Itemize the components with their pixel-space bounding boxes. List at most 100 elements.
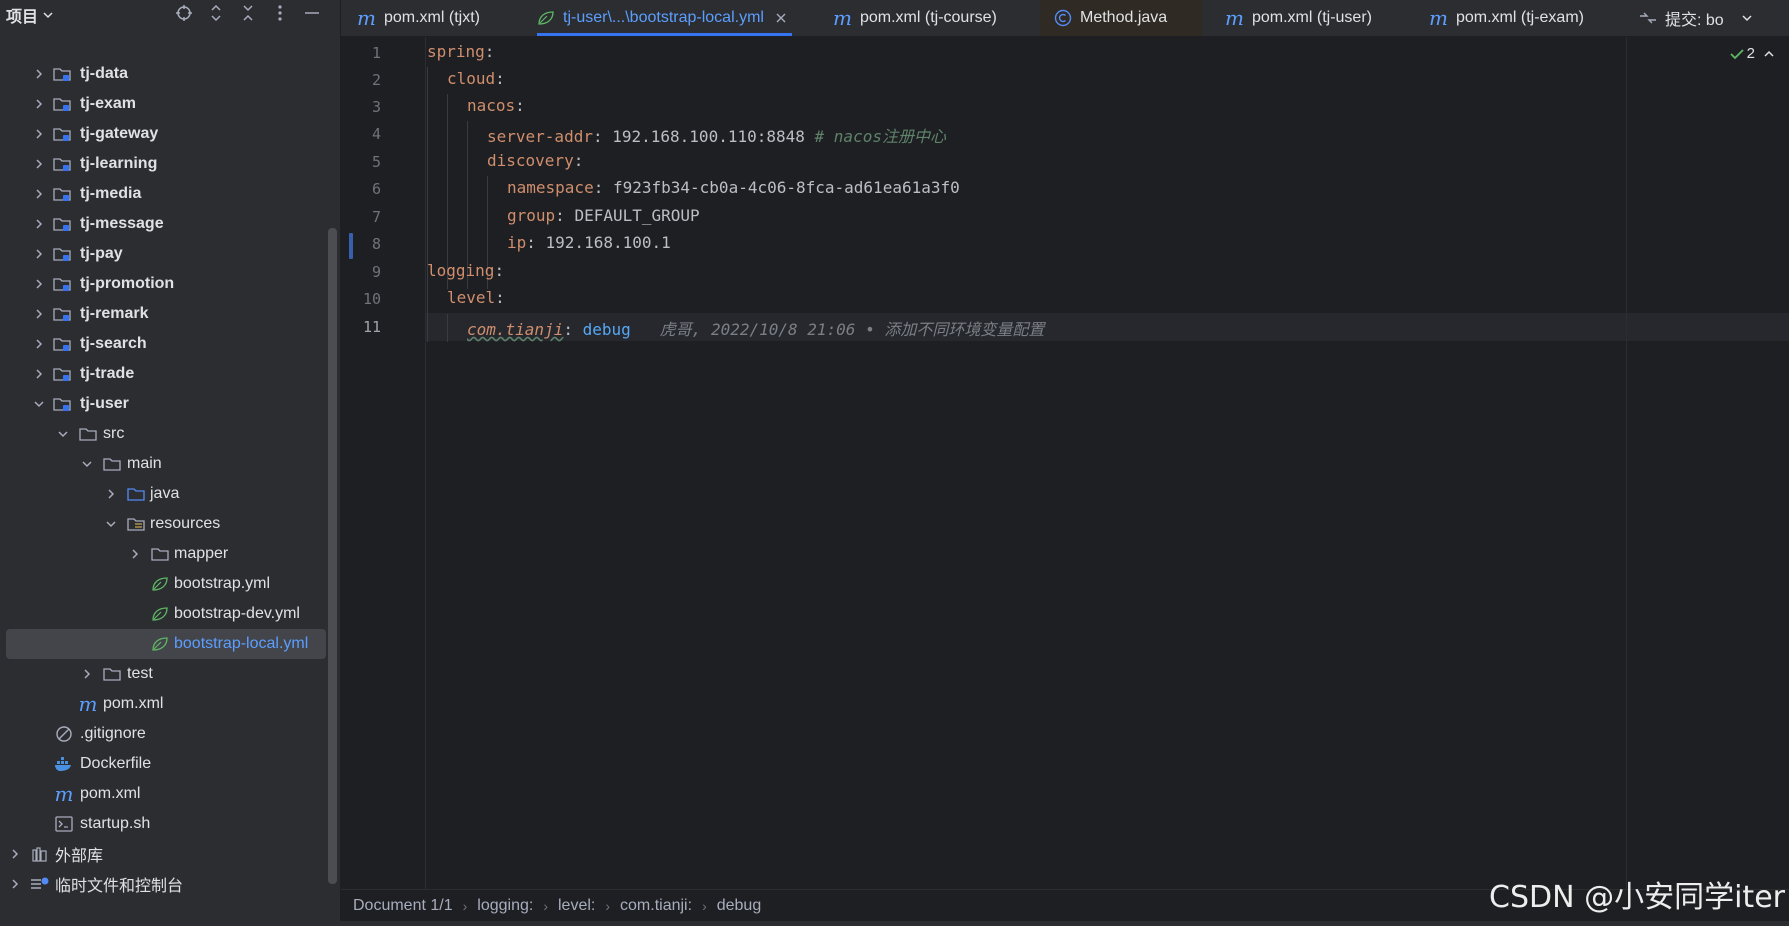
tab-label: pom.xml (tjxt) [383, 9, 480, 26]
breadcrumb-item[interactable]: logging: [477, 897, 533, 915]
tree-item-tj-user[interactable]: tj-user [0, 389, 328, 419]
chevron-down-icon[interactable] [32, 397, 46, 411]
tree-item-dockerfile[interactable]: Dockerfile [0, 749, 328, 779]
yaml-key: com.tianji [467, 320, 564, 339]
tree-item-tj-gateway[interactable]: tj-gateway [0, 119, 328, 149]
breadcrumb-item[interactable]: com.tianji: [620, 897, 692, 915]
chevron-right-icon[interactable] [8, 877, 22, 891]
chevron-right-icon[interactable] [8, 847, 22, 861]
tree-item-java[interactable]: java [0, 479, 328, 509]
breadcrumb-item[interactable]: Document 1/1 [353, 897, 453, 915]
expand-all-icon[interactable] [205, 2, 227, 24]
chevron-right-icon[interactable] [32, 187, 46, 201]
tab-commit[interactable]: 提交: bo [1639, 0, 1724, 36]
sidebar-scrollbar[interactable] [328, 228, 337, 884]
tree-item-module-pom[interactable]: m pom.xml [0, 689, 328, 719]
chevron-down-icon[interactable] [56, 427, 70, 441]
tab-label: Method.java [1080, 9, 1168, 26]
chevron-right-icon[interactable] [104, 487, 118, 501]
tab-pom-tj-exam[interactable]: m pom.xml (tj-exam) [1429, 0, 1584, 36]
chevron-right-icon[interactable] [80, 667, 94, 681]
chevron-right-icon[interactable] [32, 247, 46, 261]
tab-method-java[interactable]: Method.java [1040, 0, 1203, 36]
breadcrumb-item[interactable]: level: [558, 897, 595, 915]
minimize-icon[interactable] [301, 2, 323, 24]
line-number: 1 [371, 44, 381, 62]
chevron-right-icon[interactable] [32, 277, 46, 291]
tree-item-bootstrap-yml[interactable]: bootstrap.yml [0, 569, 328, 599]
tree-item-scratches[interactable]: 临时文件和控制台 [0, 869, 328, 899]
chevron-up-icon[interactable] [1763, 49, 1775, 59]
tab-pom-tjxt[interactable]: m pom.xml (tjxt) [357, 0, 480, 36]
yaml-key: server-addr [487, 127, 593, 146]
chevron-right-icon[interactable] [32, 97, 46, 111]
chevron-right-icon[interactable] [32, 157, 46, 171]
collapse-all-icon[interactable] [237, 2, 259, 24]
tree-item-tj-message[interactable]: tj-message [0, 209, 328, 239]
yaml-value: debug [582, 320, 631, 339]
tree-item-resources[interactable]: resources [0, 509, 328, 539]
tree-item-label: tj-search [80, 335, 147, 352]
library-icon [30, 844, 50, 864]
tree-item-tj-pay[interactable]: tj-pay [0, 239, 328, 269]
project-panel: 项目 tj-data tj-exam tj-gateway tj-learnin… [0, 0, 341, 926]
tree-item-tj-remark[interactable]: tj-remark [0, 299, 328, 329]
tree-item-test[interactable]: test [0, 659, 328, 689]
tree-item-label: tj-trade [80, 365, 135, 382]
chevron-right-icon[interactable] [32, 367, 46, 381]
tree-item-tj-learning[interactable]: tj-learning [0, 149, 328, 179]
maven-icon: m [833, 6, 852, 30]
locate-icon[interactable] [173, 2, 195, 24]
tree-item-label: tj-learning [80, 155, 158, 172]
tree-item-mapper[interactable]: mapper [0, 539, 328, 569]
code-line-current: com.tianji: debug 虎哥, 2022/10/8 21:06 • … [467, 320, 1045, 339]
docker-icon [54, 754, 74, 774]
chevron-right-icon[interactable] [32, 217, 46, 231]
line-number: 7 [371, 208, 381, 226]
more-options-icon[interactable] [269, 2, 291, 24]
tree-item-tj-exam[interactable]: tj-exam [0, 89, 328, 119]
tree-item-tj-search[interactable]: tj-search [0, 329, 328, 359]
chevron-right-icon[interactable] [32, 337, 46, 351]
tree-item-tj-trade[interactable]: tj-trade [0, 359, 328, 389]
folder-icon [102, 664, 122, 684]
tree-item-tj-media[interactable]: tj-media [0, 179, 328, 209]
tree-item-bootstrap-local-yml[interactable]: bootstrap-local.yml [6, 629, 326, 659]
tab-list-dropdown[interactable] [1741, 0, 1753, 36]
close-icon[interactable] [776, 13, 786, 23]
line-number: 5 [371, 153, 381, 171]
chevron-down-icon[interactable] [104, 517, 118, 531]
inspection-count[interactable]: 2 [1730, 45, 1755, 62]
yaml-value: DEFAULT_GROUP [574, 206, 700, 225]
inspection-widget[interactable]: 2 [1730, 45, 1775, 62]
line-number: 11 [362, 318, 381, 336]
tree-item-bootstrap-dev-yml[interactable]: bootstrap-dev.yml [0, 599, 328, 629]
chevron-right-icon[interactable] [128, 547, 142, 561]
git-blame-annotation[interactable]: 虎哥, 2022/10/8 21:06 • 添加不同环境变量配置 [660, 320, 1045, 339]
tree-item-tj-data[interactable]: tj-data [0, 59, 328, 89]
tree-item-label: resources [150, 515, 221, 532]
tree-item-gitignore[interactable]: .gitignore [0, 719, 328, 749]
code-line: nacos: [467, 96, 525, 115]
chevron-down-icon[interactable] [80, 457, 94, 471]
chevron-right-icon[interactable] [32, 127, 46, 141]
tab-bootstrap-local-yml[interactable]: tj-user\...\bootstrap-local.yml [537, 0, 792, 36]
tree-item-startup-sh[interactable]: startup.sh [0, 809, 328, 839]
chevron-right-icon[interactable] [32, 67, 46, 81]
project-view-selector[interactable]: 项目 [6, 3, 54, 27]
tab-pom-tj-user[interactable]: m pom.xml (tj-user) [1225, 0, 1372, 36]
code-editor[interactable]: 1 2 3 4 5 6 7 8 9 10 11 spring: cloud: n… [341, 37, 1789, 889]
tab-pom-tj-course[interactable]: m pom.xml (tj-course) [833, 0, 997, 36]
tree-item-main[interactable]: main [0, 449, 328, 479]
tab-label: pom.xml (tj-user) [1251, 9, 1372, 26]
folder-icon [150, 544, 170, 564]
code-line: spring: [427, 42, 495, 61]
breadcrumb-item[interactable]: debug [717, 897, 762, 915]
spring-yaml-icon [537, 10, 555, 26]
tree-item-tj-promotion[interactable]: tj-promotion [0, 269, 328, 299]
java-class-icon [1054, 9, 1072, 27]
tree-item-src[interactable]: src [0, 419, 328, 449]
tree-item-external-libraries[interactable]: 外部库 [0, 839, 328, 869]
tree-item-root-pom[interactable]: m pom.xml [0, 779, 328, 809]
chevron-right-icon[interactable] [32, 307, 46, 321]
